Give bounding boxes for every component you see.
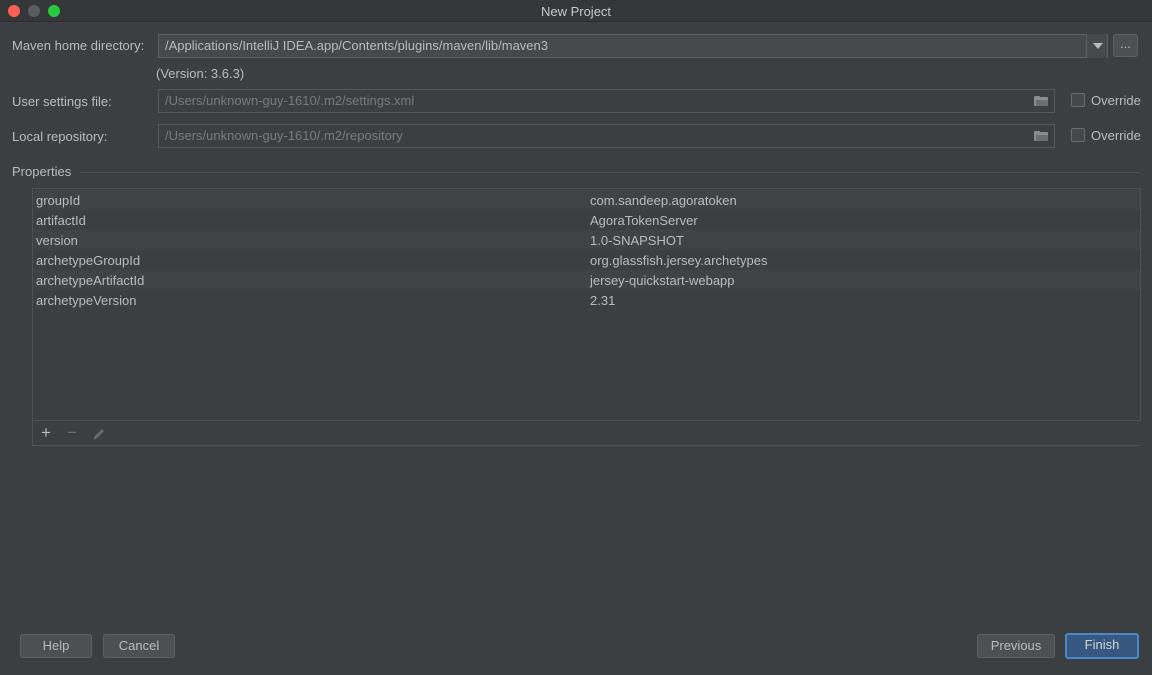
table-row[interactable]: groupId com.sandeep.agoratoken [34,190,1140,210]
local-repository-override-label[interactable]: Override [1091,128,1141,143]
property-value: org.glassfish.jersey.archetypes [590,253,768,268]
property-key: archetypeVersion [36,293,137,308]
property-value: AgoraTokenServer [590,213,698,228]
maven-version-text: (Version: 3.6.3) [156,66,245,81]
properties-table: groupId com.sandeep.agoratoken artifactI… [32,188,1141,446]
local-repository-override-checkbox[interactable] [1071,128,1085,142]
property-value: 2.31 [590,293,616,308]
remove-property-button[interactable]: − [67,423,77,443]
add-property-button[interactable]: + [41,423,51,443]
table-row[interactable]: artifactId AgoraTokenServer [34,210,1140,230]
finish-button[interactable]: Finish [1065,633,1139,659]
maven-home-browse-button[interactable]: ... [1113,34,1138,57]
property-value: 1.0-SNAPSHOT [590,233,684,248]
property-value: com.sandeep.agoratoken [590,193,737,208]
help-button[interactable]: Help [20,634,92,658]
folder-icon[interactable] [1034,131,1048,141]
folder-icon[interactable] [1034,96,1048,106]
table-row[interactable]: version 1.0-SNAPSHOT [34,230,1140,250]
table-row[interactable]: archetypeGroupId org.glassfish.jersey.ar… [34,250,1140,270]
user-settings-override-label[interactable]: Override [1091,93,1141,108]
property-key: version [36,233,78,248]
property-key: archetypeGroupId [36,253,141,268]
table-row[interactable]: archetypeVersion 2.31 [34,290,1140,310]
user-settings-field[interactable]: /Users/unknown-guy-1610/.m2/settings.xml [158,89,1055,113]
section-divider [80,172,1140,173]
property-key: artifactId [36,213,86,228]
user-settings-label: User settings file: [12,94,112,109]
maven-home-label: Maven home directory: [12,38,145,53]
property-key: groupId [36,193,81,208]
properties-toolbar: + − [34,420,1141,445]
maven-home-dropdown-button[interactable] [1086,34,1107,58]
chevron-down-icon [1093,43,1103,49]
properties-section-title: Properties [12,164,72,179]
local-repository-label: Local repository: [12,129,108,144]
cancel-button[interactable]: Cancel [103,634,175,658]
local-repository-field[interactable]: /Users/unknown-guy-1610/.m2/repository [158,124,1055,148]
table-row[interactable]: archetypeArtifactId jersey-quickstart-we… [34,270,1140,290]
property-value: jersey-quickstart-webapp [590,273,735,288]
title-bar: New Project [0,0,1152,22]
previous-button[interactable]: Previous [977,634,1055,658]
window-title: New Project [540,4,612,19]
property-key: archetypeArtifactId [36,273,145,288]
maven-home-combobox[interactable]: /Applications/IntelliJ IDEA.app/Contents… [158,34,1108,58]
user-settings-override-checkbox[interactable] [1071,93,1085,107]
pencil-icon[interactable] [91,426,107,440]
